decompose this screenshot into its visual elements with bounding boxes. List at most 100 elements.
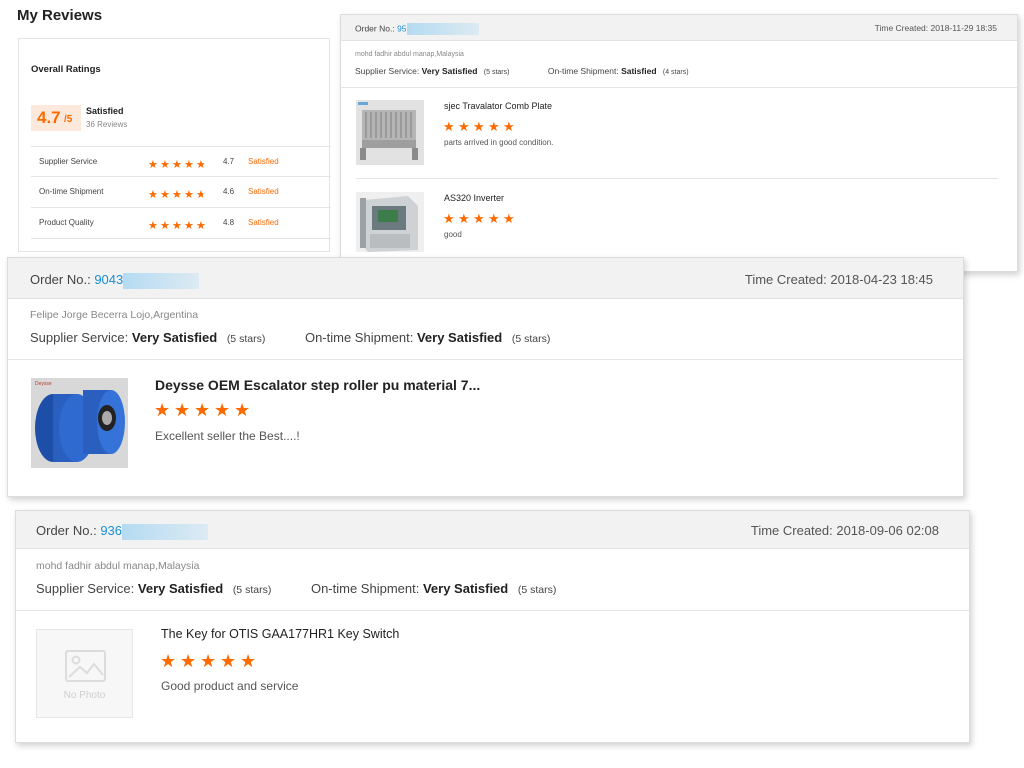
supplier-service-stars: (5 stars)	[232, 584, 272, 596]
star-icon: ★ ★	[234, 400, 251, 420]
star-icon: ★ ★	[488, 211, 500, 226]
rating-row-status: Satisfied	[248, 187, 279, 196]
review-ratings-line: Supplier Service: Very Satisfied (5 star…	[36, 581, 556, 596]
star-icon: ★ ★	[148, 159, 158, 171]
star-icon: ★ ★	[184, 159, 194, 171]
divider	[8, 359, 963, 360]
rating-row-label: On-time Shipment	[39, 187, 104, 196]
order-number: Order No.: 936	[36, 523, 209, 540]
star-icon: ★ ★	[473, 211, 485, 226]
star-icon: ★ ★	[196, 189, 206, 201]
review-ratings-line: Supplier Service: Very Satisfied (5 star…	[355, 66, 689, 76]
image-placeholder-icon	[65, 650, 106, 682]
order-link[interactable]: 95	[397, 23, 406, 33]
order-number-redaction	[123, 272, 200, 289]
product-stars: ★ ★ ★ ★ ★ ★ ★ ★ ★ ★	[154, 401, 254, 421]
star-icon: ★ ★	[148, 220, 158, 232]
shipment-value: Very Satisfied	[416, 330, 503, 345]
star-icon: ★ ★	[184, 220, 194, 232]
review-card: Order No.: 9043 Time Created: 2018-04-23…	[7, 257, 964, 497]
rating-row-value: 4.7	[223, 157, 235, 166]
star-icon: ★ ★	[458, 211, 470, 226]
supplier-service-label: Supplier Service:	[30, 330, 129, 345]
star-icon: ★ ★	[184, 189, 194, 201]
divider	[16, 610, 969, 611]
product-image[interactable]	[356, 192, 424, 252]
product-image[interactable]: Deysse	[31, 378, 128, 468]
rating-row-status: Satisfied	[248, 157, 279, 166]
supplier-service-stars: (5 stars)	[226, 333, 266, 345]
star-icon: ★ ★	[148, 189, 158, 201]
shipment-label: On-time Shipment:	[310, 581, 420, 596]
star-icon: ★ ★	[160, 159, 170, 171]
divider	[356, 178, 998, 179]
product-title[interactable]: sjec Travalator Comb Plate	[444, 101, 552, 111]
supplier-service-value: Very Satisfied	[137, 581, 224, 596]
star-icon: ★ ★	[172, 220, 182, 232]
rating-row-label: Product Quality	[39, 218, 94, 227]
review-comment: Excellent seller the Best....!	[155, 429, 300, 443]
inverter-image	[356, 192, 424, 252]
no-photo-label: No Photo	[63, 690, 106, 701]
product-stars: ★ ★ ★ ★ ★ ★ ★ ★ ★ ★	[443, 118, 518, 136]
product-title[interactable]: AS320 Inverter	[444, 193, 504, 203]
order-link[interactable]: 9043	[94, 272, 123, 287]
reviewer-name: mohd fadhir abdul manap,Malaysia	[355, 51, 464, 58]
review-comment: parts arrived in good condition.	[444, 138, 554, 147]
rating-row: Product Quality ★ ★ ★ ★ ★ ★ ★ ★ ★ ★ 4.8 Satisfied	[31, 208, 331, 239]
shipment-stars: (5 stars)	[517, 584, 557, 596]
order-label: Order No.:	[355, 23, 395, 34]
star-icon: ★ ★	[443, 211, 455, 226]
star-icon: ★ ★	[172, 189, 182, 201]
comb-plate-image	[356, 100, 424, 165]
product-title[interactable]: Deysse OEM Escalator step roller pu mate…	[155, 377, 480, 393]
review-card: Order No.: 936 Time Created: 2018-09-06 …	[15, 510, 970, 743]
review-comment: Good product and service	[161, 679, 299, 693]
star-icon: ★ ★	[174, 400, 191, 420]
star-icon: ★ ★	[194, 400, 211, 420]
score-value: 4.7	[37, 108, 61, 127]
star-icon: ★ ★	[443, 119, 455, 134]
review-ratings-line: Supplier Service: Very Satisfied (5 star…	[30, 330, 550, 345]
time-created: Time Created: 2018-04-23 18:45	[744, 272, 933, 287]
star-icon: ★ ★	[220, 651, 237, 671]
rating-row-status: Satisfied	[248, 218, 279, 227]
overall-status: Satisfied	[86, 106, 124, 116]
order-number: Order No.: 9043	[30, 272, 200, 289]
star-icon: ★ ★	[458, 119, 470, 134]
star-icon: ★ ★	[196, 220, 206, 232]
star-icon: ★ ★	[160, 220, 170, 232]
step-roller-image: Deysse	[31, 378, 128, 468]
shipment-stars: (4 stars)	[662, 69, 689, 76]
order-number-redaction	[122, 523, 209, 540]
shipment-label: On-time Shipment:	[547, 66, 619, 76]
no-photo-placeholder: No Photo	[36, 629, 133, 718]
overall-ratings-heading: Overall Ratings	[31, 64, 101, 75]
shipment-value: Satisfied	[621, 66, 657, 76]
rating-row: Supplier Service ★ ★ ★ ★ ★ ★ ★ ★ ★ ★ 4.7 Satisfie…	[31, 146, 331, 177]
star-icon: ★ ★	[200, 651, 217, 671]
product-title[interactable]: The Key for OTIS GAA177HR1 Key Switch	[161, 627, 399, 641]
rating-row-stars: ★ ★ ★ ★ ★ ★ ★ ★ ★ ★	[148, 216, 208, 234]
rating-row: On-time Shipment ★ ★ ★ ★ ★ ★ ★ ★ ★ ★ 4.6 Satisfie…	[31, 177, 331, 208]
star-icon: ★ ★	[214, 400, 231, 420]
time-created: Time Created: 2018-11-29 18:35	[874, 23, 997, 33]
star-icon: ★ ★	[240, 651, 257, 671]
star-icon: ★ ★	[503, 119, 515, 134]
review-count: 36 Reviews	[86, 120, 128, 129]
star-icon: ★ ★	[488, 119, 500, 134]
product-image[interactable]	[356, 100, 424, 165]
star-icon: ★ ★	[473, 119, 485, 134]
score-badge: 4.7 /5	[31, 105, 81, 131]
shipment-stars: (5 stars)	[511, 333, 551, 345]
order-number: Order No.: 95	[355, 23, 479, 35]
review-card-header: Order No.: 936 Time Created: 2018-09-06 …	[16, 511, 969, 549]
overall-ratings-panel: Overall Ratings 4.7 /5 Satisfied 36 Revi…	[18, 38, 331, 252]
supplier-service-label: Supplier Service:	[355, 66, 420, 76]
star-icon: ★ ★	[160, 651, 177, 671]
order-link[interactable]: 936	[100, 523, 122, 538]
star-icon: ★ ★	[160, 189, 170, 201]
star-icon: ★ ★	[172, 159, 182, 171]
supplier-service-label: Supplier Service:	[36, 581, 135, 596]
review-card-header: Order No.: 9043 Time Created: 2018-04-23…	[8, 258, 963, 299]
